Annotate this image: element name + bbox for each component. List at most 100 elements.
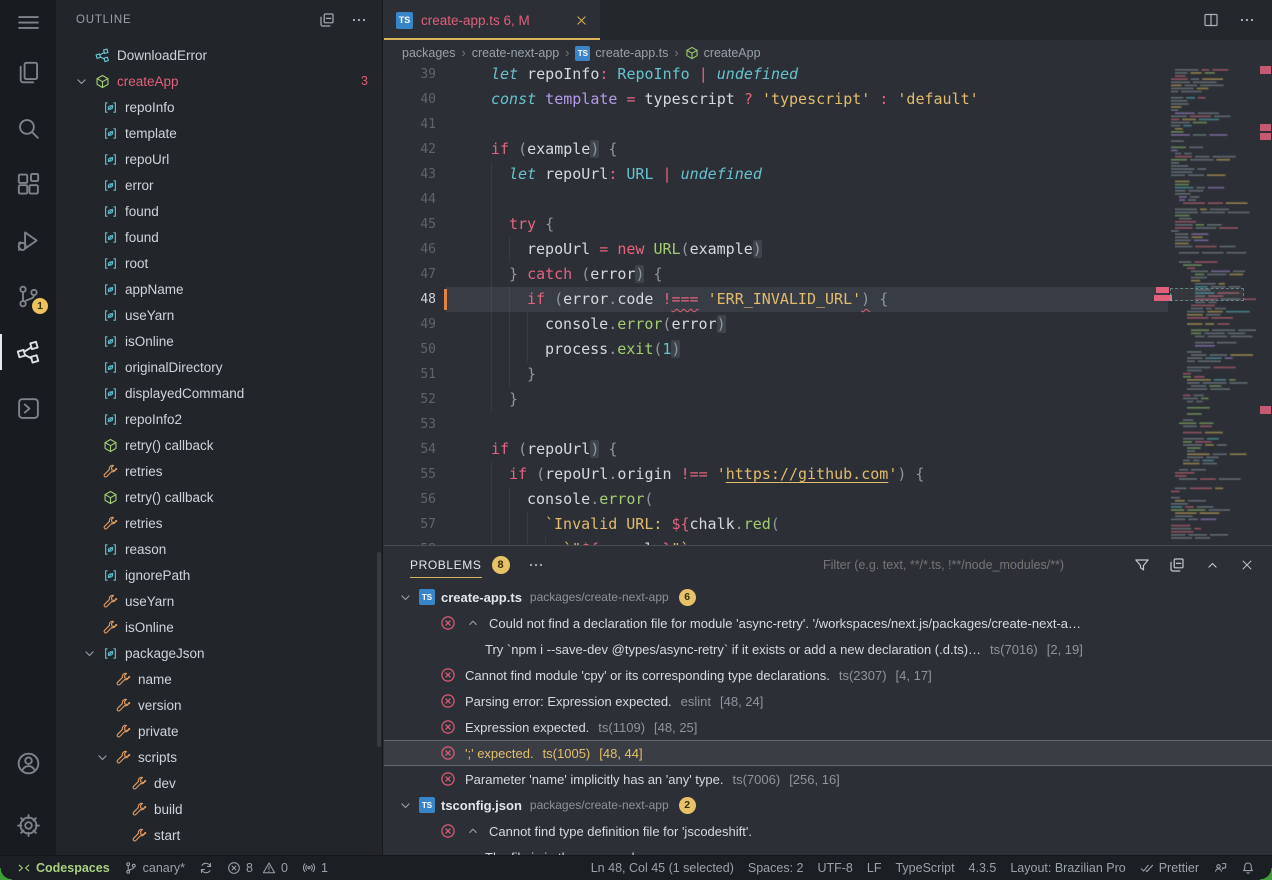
line-number[interactable]: 43 bbox=[384, 162, 436, 187]
outline-item-found[interactable]: found bbox=[56, 224, 382, 250]
status-feedback[interactable] bbox=[1206, 856, 1234, 880]
minimap[interactable] bbox=[1168, 66, 1272, 545]
outline-scrollbar[interactable] bbox=[377, 552, 381, 747]
panel-more-actions-button[interactable] bbox=[528, 557, 544, 573]
status-problems-summary[interactable]: 80 bbox=[220, 856, 295, 880]
outline-item-createapp[interactable]: createApp3 bbox=[56, 68, 382, 94]
code-line-52[interactable]: 52} bbox=[384, 387, 1168, 412]
outline-item-name[interactable]: name bbox=[56, 666, 382, 692]
editor-more-actions-button[interactable] bbox=[1236, 9, 1258, 31]
chevron-down-icon[interactable] bbox=[95, 750, 111, 765]
outline-item-dev[interactable]: dev bbox=[56, 770, 382, 796]
status-prettier[interactable]: Prettier bbox=[1133, 856, 1206, 880]
outline-item-displayedcommand[interactable]: displayedCommand bbox=[56, 380, 382, 406]
line-number[interactable]: 42 bbox=[384, 137, 436, 162]
outline-more-actions-button[interactable] bbox=[348, 9, 370, 31]
activity-bar-item-symbol-ref[interactable] bbox=[0, 328, 56, 376]
activity-bar-item-settings-gear[interactable] bbox=[0, 801, 56, 849]
outline-item-error[interactable]: error bbox=[56, 172, 382, 198]
status-ports[interactable]: 1 bbox=[295, 856, 335, 880]
group-by-icon[interactable] bbox=[1166, 554, 1188, 576]
close-panel-icon[interactable] bbox=[1236, 554, 1258, 576]
line-number[interactable]: 40 bbox=[384, 87, 436, 112]
chevron-up-icon[interactable] bbox=[466, 824, 480, 838]
maximize-panel-icon[interactable] bbox=[1201, 554, 1223, 576]
problem-row-continuation[interactable]: The file is in the program because… bbox=[384, 844, 1272, 855]
code-area[interactable]: 39let repoInfo: RepoInfo | undefined40co… bbox=[384, 66, 1168, 545]
tab-close-icon[interactable] bbox=[572, 11, 590, 29]
outline-item-root[interactable]: root bbox=[56, 250, 382, 276]
line-number[interactable]: 57 bbox=[384, 512, 436, 537]
line-number[interactable]: 49 bbox=[384, 312, 436, 337]
chevron-down-icon[interactable] bbox=[398, 590, 413, 605]
outline-item-repoinfo[interactable]: repoInfo bbox=[56, 94, 382, 120]
problems-file-group-tsconfig-json[interactable]: TStsconfig.jsonpackages/create-next-app2 bbox=[384, 792, 1272, 818]
outline-item-build[interactable]: build bbox=[56, 796, 382, 822]
status-git-branch[interactable]: canary* bbox=[117, 856, 192, 880]
outline-item-useyarn[interactable]: useYarn bbox=[56, 302, 382, 328]
activity-bar-item-menu[interactable] bbox=[0, 4, 56, 40]
outline-item-isonline[interactable]: isOnline bbox=[56, 614, 382, 640]
breadcrumb-item-createapp[interactable]: createApp bbox=[685, 46, 761, 60]
problem-row[interactable]: Parameter 'name' implicitly has an 'any'… bbox=[384, 766, 1272, 792]
problem-row[interactable]: ';' expected.ts(1005)[48, 44] bbox=[384, 740, 1272, 766]
activity-bar-item-account[interactable] bbox=[0, 739, 56, 787]
filter-icon[interactable] bbox=[1131, 554, 1153, 576]
breadcrumb-item-create-app-ts[interactable]: TScreate-app.ts bbox=[575, 46, 668, 61]
tab-problems[interactable]: PROBLEMS bbox=[410, 548, 482, 582]
outline-item-appname[interactable]: appName bbox=[56, 276, 382, 302]
code-line-42[interactable]: 42if (example) { bbox=[384, 137, 1168, 162]
code-line-41[interactable]: 41 bbox=[384, 112, 1168, 137]
code-line-49[interactable]: 49console.error(error) bbox=[384, 312, 1168, 337]
code-line-44[interactable]: 44 bbox=[384, 187, 1168, 212]
code-line-46[interactable]: 46repoUrl = new URL(example) bbox=[384, 237, 1168, 262]
code-line-40[interactable]: 40const template = typescript ? 'typescr… bbox=[384, 87, 1168, 112]
line-number[interactable]: 58 bbox=[384, 537, 436, 545]
line-number[interactable]: 55 bbox=[384, 462, 436, 487]
breadcrumb-item-create-next-app[interactable]: create-next-app bbox=[472, 46, 560, 60]
code-line-47[interactable]: 47} catch (error) { bbox=[384, 262, 1168, 287]
line-number[interactable]: 45 bbox=[384, 212, 436, 237]
line-number[interactable]: 54 bbox=[384, 437, 436, 462]
activity-bar-item-terminal-box[interactable] bbox=[0, 384, 56, 432]
code-line-53[interactable]: 53 bbox=[384, 412, 1168, 437]
outline-item-ignorepath[interactable]: ignorePath bbox=[56, 562, 382, 588]
activity-bar-item-files[interactable] bbox=[0, 48, 56, 96]
line-number[interactable]: 41 bbox=[384, 112, 436, 137]
line-number[interactable]: 51 bbox=[384, 362, 436, 387]
outline-item-template[interactable]: template bbox=[56, 120, 382, 146]
chevron-down-icon[interactable] bbox=[74, 74, 90, 89]
problem-row[interactable]: Parsing error: Expression expected.eslin… bbox=[384, 688, 1272, 714]
outline-item-repourl[interactable]: repoUrl bbox=[56, 146, 382, 172]
outline-item-useyarn[interactable]: useYarn bbox=[56, 588, 382, 614]
line-number[interactable]: 39 bbox=[384, 66, 436, 87]
problem-row[interactable]: Cannot find module 'cpy' or its correspo… bbox=[384, 662, 1272, 688]
breadcrumb-item-packages[interactable]: packages bbox=[402, 46, 456, 60]
status-language-mode[interactable]: TypeScript bbox=[888, 856, 961, 880]
code-line-55[interactable]: 55if (repoUrl.origin !== 'https://github… bbox=[384, 462, 1168, 487]
outline-item-retries[interactable]: retries bbox=[56, 510, 382, 536]
status-encoding[interactable]: UTF-8 bbox=[810, 856, 859, 880]
code-line-50[interactable]: 50process.exit(1) bbox=[384, 337, 1168, 362]
outline-item-found[interactable]: found bbox=[56, 198, 382, 224]
code-line-56[interactable]: 56console.error( bbox=[384, 487, 1168, 512]
code-line-48[interactable]: 48if (error.code !=== 'ERR_INVALID_URL')… bbox=[384, 287, 1168, 312]
line-number[interactable]: 56 bbox=[384, 487, 436, 512]
problems-filter-input[interactable] bbox=[821, 557, 1117, 573]
collapse-all-button[interactable] bbox=[316, 9, 338, 31]
outline-item-retries[interactable]: retries bbox=[56, 458, 382, 484]
code-line-57[interactable]: 57`Invalid URL: ${chalk.red( bbox=[384, 512, 1168, 537]
status-keyboard-layout[interactable]: Layout: Brazilian Pro bbox=[1003, 856, 1132, 880]
outline-item-retry-callback[interactable]: retry() callback bbox=[56, 432, 382, 458]
status-notifications[interactable] bbox=[1234, 856, 1262, 880]
outline-item-packagejson[interactable]: packageJson bbox=[56, 640, 382, 666]
split-editor-button[interactable] bbox=[1200, 9, 1222, 31]
activity-bar-item-search[interactable] bbox=[0, 104, 56, 152]
code-line-51[interactable]: 51} bbox=[384, 362, 1168, 387]
outline-item-scripts[interactable]: scripts bbox=[56, 744, 382, 770]
outline-item-version[interactable]: version bbox=[56, 692, 382, 718]
status-ts-version[interactable]: 4.3.5 bbox=[962, 856, 1004, 880]
status-sync[interactable] bbox=[192, 856, 220, 880]
outline-item-start[interactable]: start bbox=[56, 822, 382, 848]
outline-item-private[interactable]: private bbox=[56, 718, 382, 744]
